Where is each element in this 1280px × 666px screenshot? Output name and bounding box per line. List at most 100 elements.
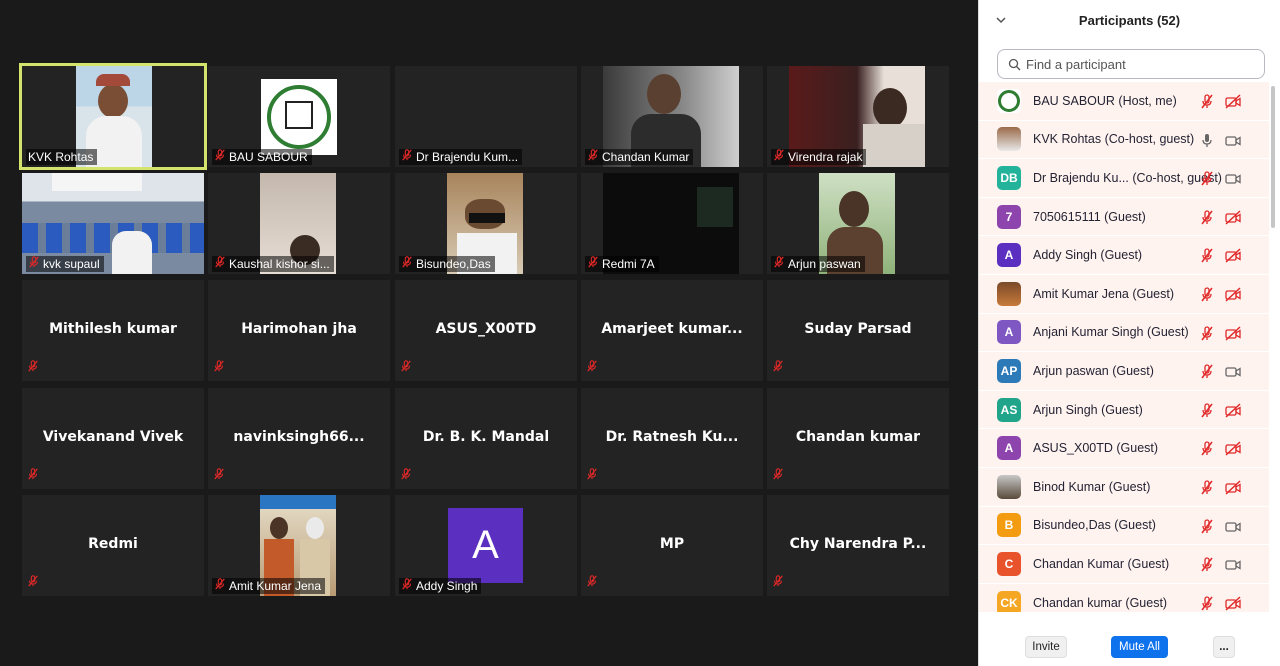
photo-avatar <box>997 474 1021 499</box>
participant-name: Dr Brajendu Kum... <box>416 150 519 164</box>
participant-row[interactable]: A Anjani Kumar Singh (Guest) <box>979 313 1269 353</box>
mic-icon <box>1199 133 1215 153</box>
mic-muted-icon <box>213 467 225 485</box>
video-tile[interactable]: Mithilesh kumar <box>22 280 204 381</box>
participant-row[interactable]: B Bisundeo,Das (Guest) <box>979 506 1269 546</box>
name-label: Amit Kumar Jena <box>212 578 326 594</box>
name-label: Bisundeo,Das <box>399 256 495 272</box>
invite-button[interactable]: Invite <box>1025 636 1067 658</box>
video-off-icon <box>1225 287 1241 307</box>
participant-row[interactable]: 7 7050615111 (Guest) <box>979 197 1269 237</box>
video-tile[interactable]: Arjun paswan <box>767 173 949 274</box>
participant-name: Addy Singh <box>416 579 478 593</box>
video-tile[interactable]: Dr Brajendu Kum... <box>395 66 577 167</box>
participant-name: Harimohan jha <box>241 321 357 337</box>
video-tile[interactable]: Chandan Kumar <box>581 66 763 167</box>
participant-status-icons <box>1199 133 1241 153</box>
video-tile[interactable]: Dr. Ratnesh Ku... <box>581 388 763 489</box>
video-tile[interactable]: BAU SABOUR <box>208 66 390 167</box>
participant-row[interactable]: A Addy Singh (Guest) <box>979 236 1269 275</box>
participant-row[interactable]: C Chandan Kumar (Guest) <box>979 545 1269 584</box>
mic-muted-icon <box>772 574 784 592</box>
video-feed <box>261 79 337 155</box>
video-tile[interactable]: Amit Kumar Jena <box>208 495 390 596</box>
video-tile[interactable]: Kaushal kishor si... <box>208 173 390 274</box>
panel-title: Participants (52) <box>1078 13 1181 28</box>
video-tile[interactable]: Redmi <box>22 495 204 596</box>
search-icon <box>1008 58 1021 70</box>
video-tile[interactable]: KVK Rohtas <box>19 63 207 170</box>
video-tile[interactable]: Amarjeet kumar... <box>581 280 763 381</box>
participant-row[interactable]: DB Dr Brajendu Ku... (Co-host, guest) <box>979 159 1269 198</box>
participant-name: Suday Parsad <box>804 321 912 337</box>
participant-name: Chandan kumar <box>795 429 921 445</box>
mic-muted-icon <box>401 256 413 272</box>
initials-avatar: DB <box>997 165 1021 190</box>
participant-row[interactable]: BAU SABOUR (Host, me) <box>979 82 1269 121</box>
participant-status-icons <box>1199 596 1241 612</box>
participant-name: KVK Rohtas <box>28 150 94 164</box>
video-tile[interactable]: Vivekanand Vivek <box>22 388 204 489</box>
mic-muted-icon <box>586 467 598 485</box>
mic-muted-icon <box>587 256 599 272</box>
video-tile[interactable]: ASUS_X00TD <box>395 280 577 381</box>
more-button[interactable]: ... <box>1213 636 1235 658</box>
video-tile[interactable]: Bisundeo,Das <box>395 173 577 274</box>
video-tile[interactable]: MP <box>581 495 763 596</box>
video-off-icon <box>1225 441 1241 461</box>
participant-row[interactable]: AP Arjun paswan (Guest) <box>979 352 1269 391</box>
participant-name: Anjani Kumar Singh (Guest) <box>1033 325 1189 340</box>
participant-row[interactable]: A ASUS_X00TD (Guest) <box>979 429 1269 468</box>
video-tile[interactable]: navinksingh66... <box>208 388 390 489</box>
mic-muted-icon <box>1199 403 1215 423</box>
participant-list: BAU SABOUR (Host, me) KVK Rohtas (Co-host… <box>979 82 1269 612</box>
video-tile[interactable]: Redmi 7A <box>581 173 763 274</box>
participant-row[interactable]: Amit Kumar Jena (Guest) <box>979 274 1269 314</box>
video-tile[interactable]: Virendra rajak <box>767 66 949 167</box>
video-tile[interactable]: Chy Narendra P... <box>767 495 949 596</box>
name-label: Dr Brajendu Kum... <box>399 149 523 165</box>
participant-name: Chy Narendra P... <box>789 536 927 552</box>
name-label: Arjun paswan <box>771 256 865 272</box>
mic-muted-icon <box>1199 94 1215 114</box>
mic-muted-icon <box>1199 480 1215 500</box>
video-tile[interactable]: Dr. B. K. Mandal <box>395 388 577 489</box>
name-label: Kaushal kishor si... <box>212 256 334 272</box>
mute-all-button[interactable]: Mute All <box>1111 636 1168 658</box>
participant-name: Kaushal kishor si... <box>229 257 330 271</box>
participant-row[interactable]: Binod Kumar (Guest) <box>979 467 1269 507</box>
participant-name: BAU SABOUR <box>229 150 308 164</box>
video-tile[interactable]: kvk supaul <box>22 173 204 274</box>
scrollbar[interactable] <box>1271 86 1275 228</box>
video-off-icon <box>1225 210 1241 230</box>
video-icon <box>1225 364 1241 384</box>
participant-row[interactable]: CK Chandan kumar (Guest) <box>979 583 1269 612</box>
participant-name: navinksingh66... <box>233 429 365 445</box>
logo-avatar <box>997 88 1021 113</box>
participant-name: Vivekanand Vivek <box>42 429 184 445</box>
search-input[interactable] <box>1026 56 1256 72</box>
video-tile[interactable]: Chandan kumar <box>767 388 949 489</box>
video-tile[interactable]: A Addy Singh <box>395 495 577 596</box>
participant-name: Binod Kumar (Guest) <box>1033 479 1151 494</box>
participant-name: Arjun paswan (Guest) <box>1033 363 1154 378</box>
participant-name: Amit Kumar Jena (Guest) <box>1033 286 1175 301</box>
initials-avatar: A <box>997 436 1021 461</box>
initials-avatar: AP <box>997 358 1021 383</box>
participant-search[interactable] <box>997 49 1265 79</box>
initials-avatar: CK <box>997 590 1021 612</box>
name-label: Addy Singh <box>399 578 482 594</box>
video-tile[interactable]: Suday Parsad <box>767 280 949 381</box>
participant-name: Bisundeo,Das <box>416 257 491 271</box>
participant-name: Dr Brajendu Ku... (Co-host, guest) <box>1033 170 1222 185</box>
participant-status-icons <box>1199 171 1241 191</box>
participant-row[interactable]: KVK Rohtas (Co-host, guest) <box>979 120 1269 160</box>
participant-status-icons <box>1199 364 1241 384</box>
mic-muted-icon <box>1199 287 1215 307</box>
video-tile[interactable]: Harimohan jha <box>208 280 390 381</box>
participant-status-icons <box>1199 210 1241 230</box>
participant-name: Chandan Kumar (Guest) <box>1033 556 1170 571</box>
participant-name: Arjun Singh (Guest) <box>1033 402 1143 417</box>
participant-row[interactable]: AS Arjun Singh (Guest) <box>979 390 1269 430</box>
video-off-icon <box>1225 403 1241 423</box>
